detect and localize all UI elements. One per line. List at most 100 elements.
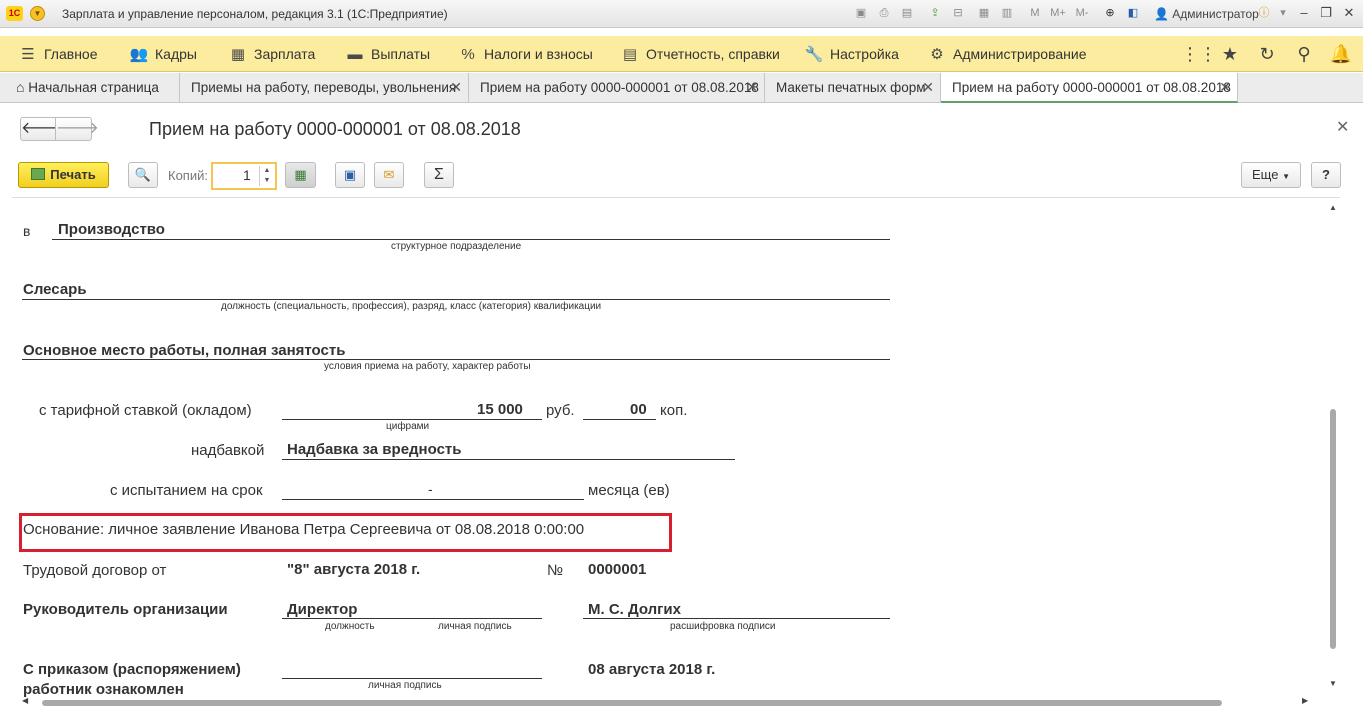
underline — [52, 239, 890, 240]
tab-hiring-doc-print[interactable]: Прием на работу 0000-000001 от 08.08.201… — [941, 73, 1238, 103]
head-position: Директор — [287, 601, 358, 618]
ack-line1: С приказом (распоряжением) — [23, 661, 241, 678]
menu-taxes[interactable]: % Налоги и взносы — [458, 36, 593, 72]
menu-label: Налоги и взносы — [484, 46, 593, 62]
dept-caption: структурное подразделение — [391, 241, 522, 252]
menu-label: Администрирование — [953, 46, 1087, 62]
ack-line2: работник ознакомлен — [23, 681, 184, 698]
scroll-left-icon[interactable]: ◀ — [22, 696, 28, 705]
minimize-icon[interactable]: ‒ — [1292, 4, 1316, 22]
underline — [22, 359, 890, 360]
underline — [282, 499, 584, 500]
print-button[interactable]: Печать — [18, 162, 109, 188]
search-icon[interactable]: ⚲ — [1292, 42, 1316, 66]
mem-mminus-button[interactable]: M- — [1074, 6, 1090, 21]
rub-label: руб. — [546, 402, 575, 419]
bonus-value: Надбавка за вредность — [287, 441, 462, 458]
underline — [282, 459, 735, 460]
menu-salary[interactable]: ▦ Зарплата — [228, 36, 315, 72]
title-bar: 1С ▼ Зарплата и управление персоналом, р… — [0, 0, 1363, 28]
menu-reports[interactable]: ▤ Отчетность, справки — [620, 36, 780, 72]
gear-icon: ⚙ — [930, 46, 944, 63]
tab-print-templates[interactable]: Макеты печатных форм ✕ — [765, 73, 941, 103]
spin-icon[interactable]: ▲ ▼ — [259, 166, 274, 186]
spreadsheet-document[interactable]: в Производство структурное подразделение… — [12, 197, 1340, 699]
notifications-icon[interactable]: 🔔 — [1329, 42, 1353, 66]
vertical-scrollbar[interactable]: ▲ ▼ — [1326, 199, 1340, 693]
copies-value: 1 — [243, 167, 251, 183]
menu-label: Главное — [44, 46, 98, 62]
scroll-thumb[interactable] — [42, 700, 1222, 706]
preview-icon[interactable]: ▤ — [899, 6, 915, 21]
envelope-icon: ✉ — [383, 167, 395, 182]
menu-admin[interactable]: ⚙ Администрирование — [927, 36, 1087, 72]
page-title: Прием на работу 0000-000001 от 08.08.201… — [149, 119, 521, 139]
scroll-right-icon[interactable]: ▶ — [1302, 696, 1308, 705]
restore-icon[interactable]: ❐ — [1314, 4, 1338, 22]
calc-icon[interactable]: ▦ — [976, 6, 992, 21]
info-icon[interactable]: ⓘ — [1256, 6, 1272, 21]
menu-main[interactable]: ☰ Главное — [18, 36, 98, 72]
calendar-icon[interactable]: ▥ — [999, 6, 1015, 21]
menu-label: Отчетность, справки — [646, 46, 780, 62]
history-icon[interactable]: ↻ — [1255, 42, 1279, 66]
help-button[interactable]: ? — [1311, 162, 1341, 188]
menu-payments[interactable]: ▬ Выплаты — [345, 36, 431, 72]
head-name: М. С. Долгих — [588, 601, 681, 618]
close-tab-icon[interactable]: ✕ — [922, 73, 934, 102]
print-icon[interactable]: ⎙ — [876, 6, 892, 21]
underline — [583, 419, 656, 420]
favorites-icon[interactable]: ★ — [1218, 42, 1242, 66]
close-tab-icon[interactable]: ✕ — [746, 73, 758, 102]
more-button[interactable]: Еще ▼ — [1241, 162, 1301, 188]
user-label: Администратор — [1172, 7, 1259, 21]
mem-m-button[interactable]: M — [1027, 6, 1043, 21]
tab-label: Начальная страница — [28, 80, 159, 95]
mem-mplus-button[interactable]: M+ — [1050, 6, 1066, 21]
scroll-up-icon[interactable]: ▲ — [1326, 203, 1340, 212]
upload-icon[interactable]: ⇪ — [927, 6, 943, 21]
tab-hiring-doc[interactable]: Прием на работу 0000-000001 от 08.08.201… — [469, 73, 765, 103]
back-button[interactable]: 🡐 — [20, 117, 64, 141]
main-menu-icon[interactable]: ▼ — [30, 6, 45, 21]
print-label: Печать — [50, 167, 96, 182]
panel-icon[interactable]: ◧ — [1125, 6, 1141, 21]
edit-mode-button[interactable]: ▦ — [285, 162, 316, 188]
link-icon[interactable]: ⊟ — [950, 6, 966, 21]
info-dropdown-icon[interactable]: ▾ — [1275, 6, 1291, 21]
close-tab-icon[interactable]: ✕ — [1219, 73, 1231, 102]
close-tab-icon[interactable]: ✕ — [450, 73, 462, 102]
bonus-label: надбавкой — [191, 442, 265, 459]
save-file-button[interactable]: ▣ — [335, 162, 365, 188]
app-logo-icon: 1С — [6, 6, 23, 21]
copies-stepper[interactable]: 1 ▲ ▼ — [211, 162, 277, 190]
position-value: Слесарь — [23, 281, 87, 298]
preview-button[interactable]: 🔍 — [128, 162, 158, 188]
tab-hirings-list[interactable]: Приемы на работу, переводы, увольнения ✕ — [180, 73, 469, 103]
kop-label: коп. — [660, 402, 688, 419]
rate-label: с тарифной ставкой (окладом) — [39, 402, 252, 419]
tab-home[interactable]: ⌂ Начальная страница — [0, 73, 180, 103]
zoom-icon[interactable]: ⊕ — [1102, 6, 1118, 21]
user-name[interactable]: 👤 Администратор — [1154, 7, 1259, 21]
trial-unit: месяца (ев) — [588, 482, 670, 499]
conditions-caption: условия приема на работу, характер работ… — [324, 361, 531, 372]
save-icon[interactable]: ▣ — [853, 6, 869, 21]
underline — [282, 419, 542, 420]
magnifier-icon: 🔍 — [134, 167, 152, 182]
forward-button[interactable]: 🡒 — [55, 117, 99, 141]
contract-date: "8" августа 2018 г. — [287, 561, 421, 578]
send-email-button[interactable]: ✉ — [374, 162, 404, 188]
close-window-icon[interactable]: ✕ — [1337, 4, 1361, 22]
all-functions-icon[interactable]: ⋮⋮ — [1181, 42, 1217, 66]
sigma-icon: Σ — [434, 166, 444, 183]
menu-hr[interactable]: 👥 Кадры — [129, 36, 197, 72]
menu-settings[interactable]: 🔧 Настройка — [804, 36, 899, 72]
close-form-icon[interactable]: ✕ — [1336, 117, 1349, 137]
trial-label: с испытанием на срок — [110, 482, 263, 499]
sum-button[interactable]: Σ — [424, 162, 454, 188]
scroll-down-icon[interactable]: ▼ — [1326, 679, 1340, 688]
horizontal-scrollbar[interactable]: ◀ ▶ — [12, 696, 1326, 709]
scroll-thumb[interactable] — [1330, 409, 1336, 649]
department-value: Производство — [58, 221, 165, 238]
